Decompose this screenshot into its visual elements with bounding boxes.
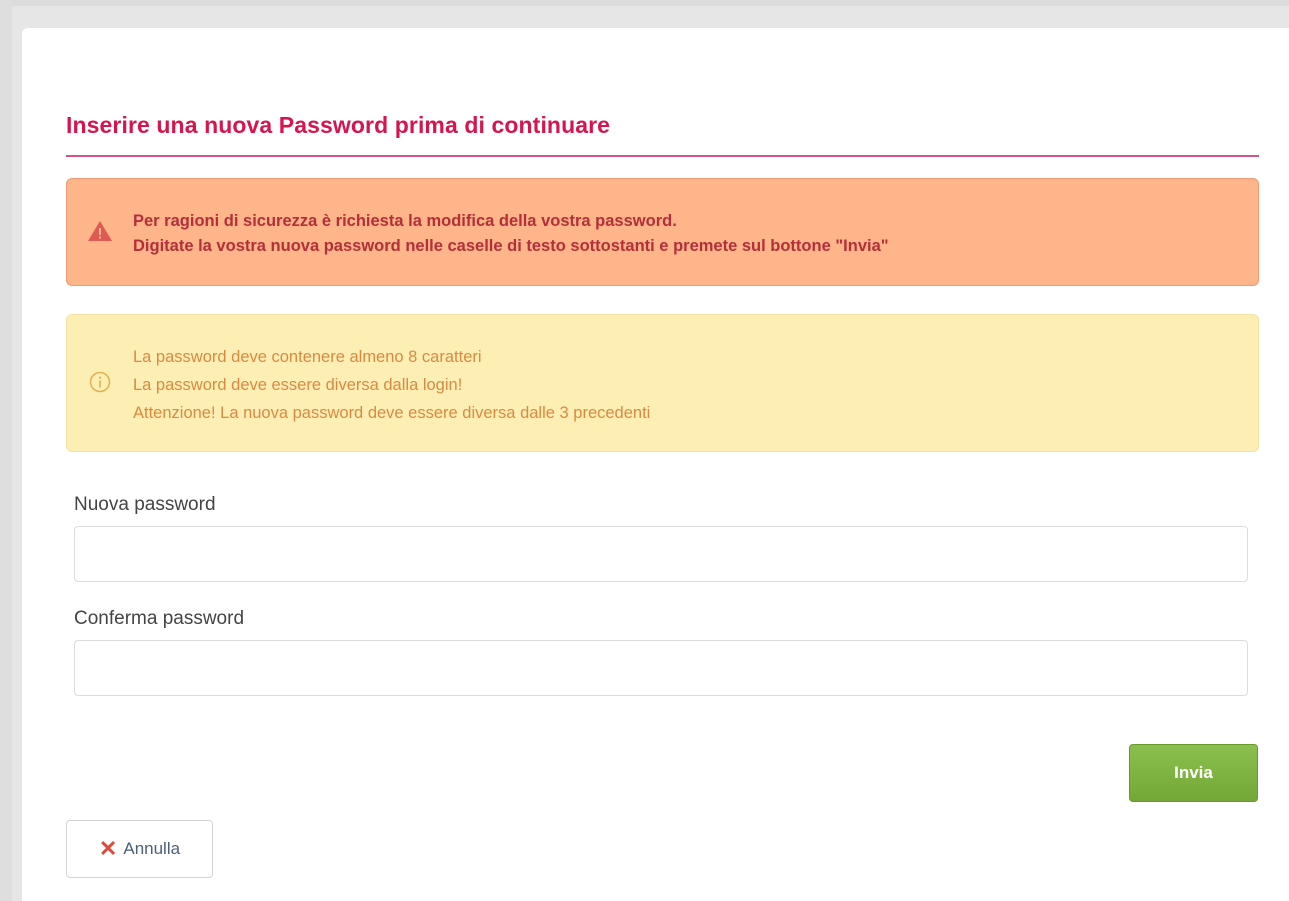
cancel-button[interactable]: ✕ Annulla	[66, 820, 213, 878]
cancel-button-label: Annulla	[123, 839, 181, 858]
security-alert-line-2: Digitate la vostra nuova password nelle …	[133, 237, 889, 255]
password-rule-length: La password deve contenere almeno 8 cara…	[133, 348, 482, 366]
info-circle-icon	[89, 371, 111, 393]
page-title: Inserire una nuova Password prima di con…	[66, 112, 611, 138]
confirm-password-label: Conferma password	[74, 608, 245, 629]
submit-button[interactable]: Invia	[1129, 744, 1258, 802]
close-icon: ✕	[98, 836, 118, 861]
password-rules-alert: La password deve contenere almeno 8 cara…	[66, 314, 1259, 452]
security-alert: Per ragioni di sicurezza è richiesta la …	[66, 178, 1259, 286]
new-password-label: Nuova password	[74, 494, 216, 515]
security-alert-line-1: Per ragioni di sicurezza è richiesta la …	[133, 212, 677, 230]
title-divider	[66, 155, 1259, 157]
warning-triangle-icon	[87, 219, 113, 243]
password-rule-history: Attenzione! La nuova password deve esser…	[133, 404, 651, 422]
left-border	[0, 0, 12, 901]
top-border	[0, 0, 1289, 6]
new-password-field[interactable]	[74, 526, 1248, 582]
confirm-password-field[interactable]	[74, 640, 1248, 696]
password-rule-login: La password deve essere diversa dalla lo…	[133, 376, 463, 394]
password-change-panel: Inserire una nuova Password prima di con…	[22, 28, 1289, 901]
